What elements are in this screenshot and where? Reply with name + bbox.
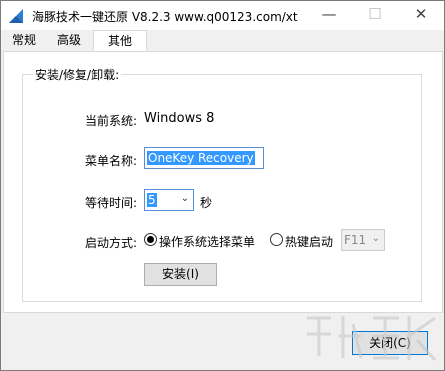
hotkey-radio[interactable] — [270, 233, 283, 246]
chevron-down-icon: ⌄ — [371, 233, 380, 244]
menu-name-label: 菜单名称: — [85, 154, 138, 168]
app-window: 海豚技术一键还原 V8.2.3 www.q00123.com/xt — ☐ ✕ … — [0, 0, 445, 371]
system-value: Windows 8 — [144, 111, 215, 126]
install-button[interactable]: 安装(I) — [144, 263, 217, 286]
tab-general[interactable]: 常规 — [5, 30, 43, 51]
close-window-button[interactable]: ✕ — [398, 1, 444, 30]
radio-dot — [147, 236, 154, 243]
hotkey-select[interactable]: F11 ⌄ — [341, 229, 385, 251]
tab-bar: 常规 高级 其他 — [1, 30, 444, 53]
maximize-button[interactable]: ☐ — [352, 1, 398, 30]
menu-name-input[interactable]: OneKey Recovery — [144, 147, 264, 169]
boot-menu-radio[interactable] — [144, 233, 157, 246]
wait-time-select[interactable]: 5 ⌄ — [144, 189, 194, 211]
title-bar: 海豚技术一键还原 V8.2.3 www.q00123.com/xt — ☐ ✕ — [1, 1, 444, 30]
hotkey-value: F11 — [344, 233, 367, 247]
boot-menu-option[interactable]: 操作系统选择菜单 — [159, 233, 255, 250]
chevron-down-icon: ⌄ — [180, 193, 189, 204]
watermark-logo — [307, 316, 437, 362]
boot-mode-label: 启动方式: — [85, 236, 138, 250]
menu-name-value: OneKey Recovery — [147, 151, 255, 165]
system-label: 当前系统: — [85, 114, 138, 128]
tab-panel-other: 安装/修复/卸载: — [3, 51, 443, 313]
install-group: 安装/修复/卸载: — [22, 66, 422, 302]
wait-time-label: 等待时间: — [85, 196, 138, 210]
window-title: 海豚技术一键还原 V8.2.3 www.q00123.com/xt — [32, 10, 298, 24]
app-icon — [9, 9, 23, 23]
minimize-button[interactable]: — — [306, 1, 352, 30]
group-title: 安装/修复/卸载: — [33, 66, 122, 83]
wait-unit: 秒 — [200, 196, 213, 210]
wait-time-value: 5 — [147, 193, 157, 207]
tab-other[interactable]: 其他 — [93, 30, 147, 53]
hotkey-option[interactable]: 热键启动 — [285, 233, 333, 250]
tab-advanced[interactable]: 高级 — [50, 30, 88, 51]
